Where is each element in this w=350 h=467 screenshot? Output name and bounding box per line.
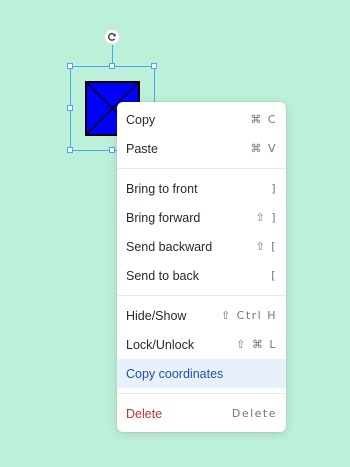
menu-item-shortcut: ⇧ ] xyxy=(255,211,277,224)
menu-item-label: Lock/Unlock xyxy=(126,337,195,352)
rotate-icon xyxy=(108,32,116,41)
menu-item-copy[interactable]: Copy ⌘ C xyxy=(117,105,286,134)
menu-item-send-to-back[interactable]: Send to back [ xyxy=(117,261,286,290)
menu-item-bring-to-front[interactable]: Bring to front ] xyxy=(117,174,286,203)
menu-item-send-backward[interactable]: Send backward ⇧ [ xyxy=(117,232,286,261)
canvas[interactable]: Copy ⌘ C Paste ⌘ V Bring to front ] Brin… xyxy=(0,0,350,467)
menu-item-bring-forward[interactable]: Bring forward ⇧ ] xyxy=(117,203,286,232)
menu-item-shortcut: Delete xyxy=(231,407,277,420)
menu-item-label: Hide/Show xyxy=(126,308,187,323)
menu-item-label: Copy xyxy=(126,112,156,127)
menu-item-lock-unlock[interactable]: Lock/Unlock ⇧ ⌘ L xyxy=(117,330,286,359)
resize-handle-top-left[interactable] xyxy=(67,63,73,69)
menu-item-copy-coordinates[interactable]: Copy coordinates xyxy=(117,359,286,388)
menu-divider xyxy=(117,295,286,296)
menu-item-shortcut: ⌘ V xyxy=(250,142,277,155)
menu-item-label: Send backward xyxy=(126,239,213,254)
menu-item-paste[interactable]: Paste ⌘ V xyxy=(117,134,286,163)
menu-item-shortcut: ⇧ Ctrl H xyxy=(220,309,277,322)
menu-item-label: Send to back xyxy=(126,268,199,283)
menu-item-label: Paste xyxy=(126,141,158,156)
resize-handle-bottom-center[interactable] xyxy=(109,147,115,153)
resize-handle-middle-left[interactable] xyxy=(67,105,73,111)
context-menu: Copy ⌘ C Paste ⌘ V Bring to front ] Brin… xyxy=(117,102,286,432)
menu-item-label: Bring forward xyxy=(126,210,201,225)
menu-item-delete[interactable]: Delete Delete xyxy=(117,399,286,428)
resize-handle-bottom-left[interactable] xyxy=(67,147,73,153)
menu-item-shortcut: ⇧ [ xyxy=(255,240,277,253)
menu-item-shortcut: ⌘ C xyxy=(250,113,277,126)
menu-item-label: Bring to front xyxy=(126,181,198,196)
menu-item-label: Copy coordinates xyxy=(126,366,224,381)
menu-divider xyxy=(117,168,286,169)
menu-item-shortcut: ⇧ ⌘ L xyxy=(236,338,277,351)
rotate-handle[interactable] xyxy=(104,29,120,45)
menu-item-shortcut: [ xyxy=(271,269,277,282)
menu-divider xyxy=(117,393,286,394)
menu-item-hide-show[interactable]: Hide/Show ⇧ Ctrl H xyxy=(117,301,286,330)
menu-item-label: Delete xyxy=(126,406,163,421)
resize-handle-top-right[interactable] xyxy=(151,63,157,69)
menu-item-shortcut: ] xyxy=(271,182,277,195)
resize-handle-top-center[interactable] xyxy=(109,63,115,69)
